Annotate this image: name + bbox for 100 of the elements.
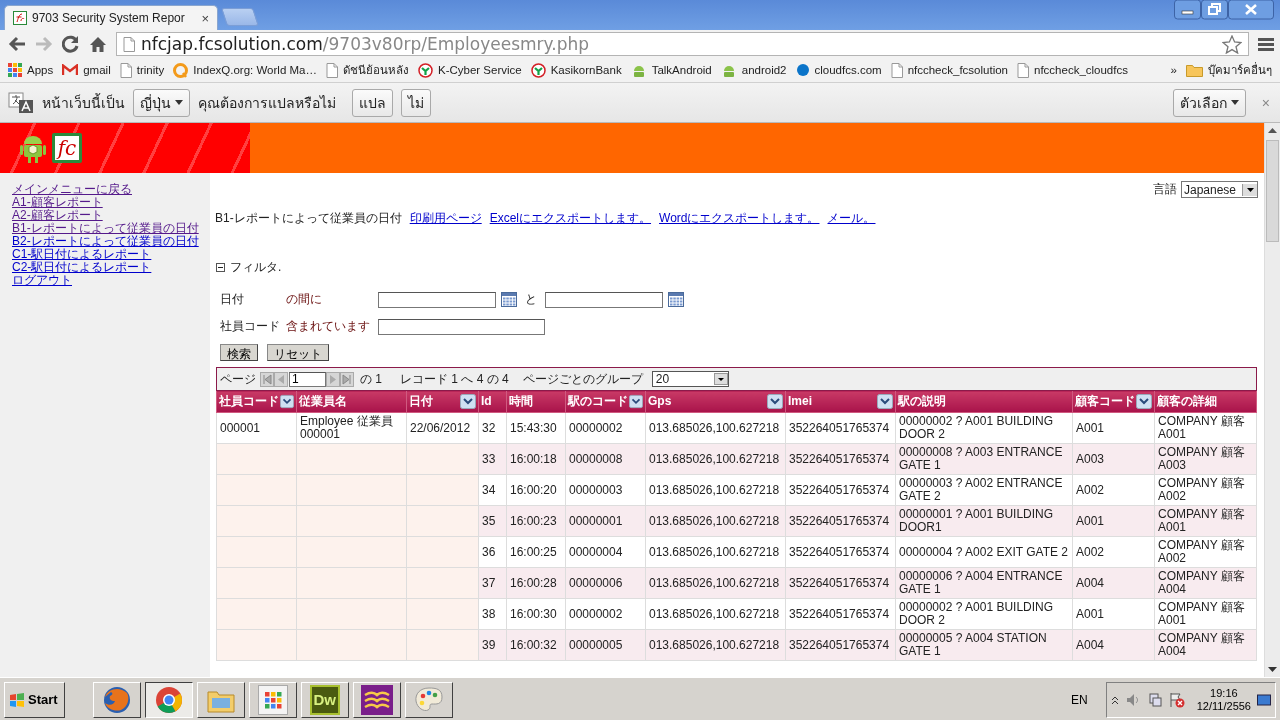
page-field[interactable]: 1	[289, 371, 326, 387]
dropdown-icon[interactable]	[280, 394, 294, 409]
network-icon[interactable]	[1146, 691, 1163, 708]
first-page-icon[interactable]	[260, 371, 274, 387]
taskbar-button[interactable]: Dw	[300, 681, 349, 718]
envelope-icon	[62, 64, 79, 76]
back-icon[interactable]	[8, 36, 26, 52]
bookmark-link[interactable]: K-Cyber Service	[437, 64, 522, 76]
flag-error-icon[interactable]	[1168, 691, 1185, 708]
chevron-up-icon[interactable]	[1110, 695, 1119, 704]
nav-link[interactable]: B2-レポートによって従業員の日付	[12, 235, 199, 248]
apps-grid-icon	[8, 63, 22, 77]
book-icon[interactable]	[360, 684, 393, 715]
dropdown-icon[interactable]	[629, 394, 643, 409]
bookmark-link[interactable]: android2	[741, 64, 787, 76]
reload-icon[interactable]	[62, 35, 80, 53]
options-dropdown[interactable]: ตัวเลือก	[1172, 88, 1246, 117]
translate-button[interactable]: แปล	[352, 88, 393, 117]
dropdown-icon[interactable]	[767, 394, 783, 409]
home-icon[interactable]	[89, 35, 107, 53]
dropdown-icon[interactable]	[460, 394, 476, 409]
bookmark-folder[interactable]: บุ๊คมาร์คอื่นๆ	[1208, 61, 1272, 79]
report-link[interactable]: Wordにエクスポートします。	[659, 210, 820, 227]
report-link[interactable]: メール。	[827, 210, 876, 227]
bookmark-link[interactable]: ดัชนีย้อนหลัง	[342, 61, 409, 79]
column-header: 従業員名	[299, 395, 347, 408]
caret-icon	[1246, 187, 1254, 192]
chrome-icon[interactable]	[153, 684, 184, 715]
filter-toggle[interactable]: フィルタ.	[230, 259, 282, 276]
table-cell: 352264051765374	[789, 451, 890, 466]
range-separator: と	[525, 291, 537, 308]
report-link[interactable]: 印刷用ページ	[409, 210, 482, 227]
nav-link[interactable]: B1-レポートによって従業員の日付	[12, 222, 199, 235]
address-bar[interactable]: nfcjap.fcsolution.com/9703v80rp/Employeesmry.php	[116, 32, 1249, 56]
bank-badge-icon	[530, 62, 546, 78]
bookmark-link[interactable]: nfccheck_fcsolution	[907, 64, 1008, 76]
tab-close[interactable]: ×	[201, 10, 209, 26]
group-size-label: ページごとのグループ	[522, 372, 643, 386]
table-cell: Employee 従業員 000001	[300, 414, 393, 441]
table-cell: A001	[1076, 513, 1105, 528]
bookmark-link[interactable]: trinity	[136, 64, 165, 76]
restore-icon[interactable]	[1201, 0, 1228, 20]
calendar-icon[interactable]	[668, 292, 684, 307]
folder-icon	[1186, 63, 1203, 77]
bookmark-link[interactable]: IndexQ.org: World Ma…	[193, 64, 317, 76]
taskbar-button[interactable]	[144, 681, 193, 718]
table-cell: A001	[1076, 420, 1105, 435]
star-icon[interactable]	[1222, 34, 1242, 54]
table-cell: 00000008	[569, 451, 623, 466]
minimize-icon[interactable]	[1174, 0, 1201, 20]
calendar-icon[interactable]	[501, 292, 517, 307]
table-cell: 32	[482, 420, 496, 435]
nav-link[interactable]: C1-駅日付によるレポート	[12, 248, 152, 261]
table-cell: 352264051765374	[789, 420, 890, 435]
bookmark-link[interactable]: gmail	[83, 64, 111, 76]
bookmark-link[interactable]: cloudfcs.com	[814, 64, 882, 76]
input-language[interactable]: EN	[1071, 692, 1088, 707]
table-cell: 00000001	[569, 513, 623, 528]
date-field[interactable]	[545, 291, 663, 308]
bookmark-link[interactable]: KasikornBank	[550, 64, 622, 76]
last-page-icon[interactable]	[340, 371, 354, 387]
tile-grid-icon[interactable]	[257, 684, 288, 715]
globe-icon[interactable]	[101, 684, 132, 715]
browser-tab[interactable]: 9703 Security System Repor ×	[4, 5, 218, 30]
date-field[interactable]	[378, 291, 496, 308]
column-header: 駅のコード	[568, 395, 628, 408]
group-size-select[interactable]: 20	[651, 371, 729, 387]
nav-link[interactable]: メインメニューに戻る	[12, 183, 132, 196]
reset-button[interactable]: リセット	[267, 344, 329, 361]
operator-label: の間に	[286, 291, 323, 308]
report-link[interactable]: Excelにエクスポートします。	[489, 210, 652, 227]
nav-link[interactable]: ログアウト	[12, 274, 72, 287]
bookmark-link[interactable]: Apps	[27, 64, 54, 76]
field-label: 社員コード	[220, 318, 281, 335]
input-field[interactable]	[378, 318, 545, 335]
menu-icon[interactable]	[1258, 37, 1274, 51]
table-cell: A004	[1076, 637, 1105, 652]
start-button[interactable]: Start	[4, 681, 65, 718]
bookmark-link[interactable]: nfccheck_cloudfcs	[1034, 64, 1128, 76]
close-icon[interactable]	[1228, 0, 1274, 20]
table-cell: 16:00:23	[510, 513, 557, 528]
language-dropdown[interactable]: ญี่ปุ่น	[133, 88, 190, 117]
collapse-icon[interactable]	[216, 263, 225, 272]
language-select[interactable]: Japanese	[1180, 181, 1258, 198]
bookmark-link[interactable]: TalkAndroid	[651, 64, 712, 76]
table-cell: A003	[1076, 451, 1105, 466]
decline-button[interactable]: ไม่	[401, 88, 431, 117]
scrollbar-thumb[interactable]	[1266, 140, 1279, 242]
table-cell: A002	[1076, 482, 1105, 497]
table-cell: COMPANY 顧客 A001	[1158, 414, 1245, 441]
table-cell: 16:00:30	[510, 606, 557, 621]
show-desktop-icon[interactable]	[1257, 692, 1271, 707]
bank-badge-icon	[417, 62, 433, 78]
dropdown-icon[interactable]	[1136, 394, 1152, 409]
nav-link[interactable]: C2-駅日付によるレポート	[12, 261, 152, 274]
search-button[interactable]: 検索	[220, 344, 258, 361]
nav-link[interactable]: A1-顧客レポート	[12, 196, 103, 209]
more-bookmarks-button[interactable]: »	[1170, 64, 1177, 76]
dropdown-icon[interactable]	[877, 394, 893, 409]
nav-link[interactable]: A2-顧客レポート	[12, 209, 103, 222]
